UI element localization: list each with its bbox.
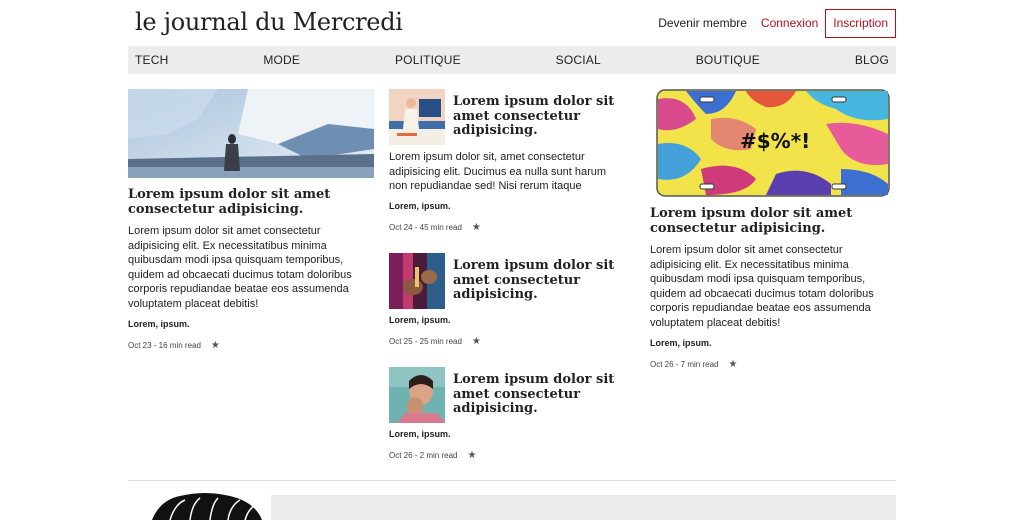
article-card-small: Lorem ipsum dolor sit amet consectetur a… — [389, 89, 629, 149]
article-date-readtime: Oct 25 - 25 min read — [389, 337, 462, 346]
star-icon[interactable]: ★ — [472, 336, 481, 347]
article-meta: Oct 23 - 16 min read ★ — [128, 340, 220, 351]
feature-image[interactable] — [150, 492, 270, 520]
signup-button[interactable]: Inscription — [825, 8, 896, 38]
article-thumb-weaving[interactable] — [389, 253, 445, 309]
article-date-readtime: Oct 26 - 7 min read — [650, 360, 719, 369]
nav-item-tech[interactable]: TECH — [135, 53, 168, 67]
article-card-small: Lorem ipsum dolor sit amet consectetur a… — [389, 367, 629, 427]
article-date-readtime: Oct 24 - 45 min read — [389, 223, 462, 232]
article-meta: Oct 26 - 2 min read ★ — [389, 450, 476, 461]
article-image-glacier[interactable] — [128, 89, 374, 178]
article-excerpt: Lorem ipsum dolor sit, amet consectetur … — [389, 151, 607, 192]
article-thumb-portrait[interactable] — [389, 367, 445, 423]
article-title[interactable]: Lorem ipsum dolor sit amet consectetur a… — [650, 206, 890, 236]
article-author[interactable]: Lorem, ipsum. — [128, 319, 190, 329]
star-icon[interactable]: ★ — [211, 340, 220, 351]
feature-panel — [271, 495, 896, 520]
article-right: Lorem ipsum dolor sit amet consectetur a… — [650, 206, 890, 236]
article-thumb-illustration[interactable] — [389, 89, 445, 145]
site-header: le journal du Mercredi Devenir membre Co… — [128, 0, 896, 46]
star-icon[interactable]: ★ — [472, 222, 481, 233]
login-link[interactable]: Connexion — [761, 16, 818, 30]
article-title[interactable]: Lorem ipsum dolor sit amet consectetur a… — [453, 94, 623, 139]
become-member-link[interactable]: Devenir membre — [658, 16, 747, 30]
star-icon[interactable]: ★ — [467, 450, 476, 461]
section-divider — [128, 480, 896, 481]
article-meta: Oct 25 - 25 min read ★ — [389, 336, 481, 347]
article-card-small: Lorem ipsum dolor sit amet consectetur a… — [389, 253, 629, 313]
article-excerpt: Lorem ipsum dolor sit amet consectetur a… — [650, 244, 874, 329]
article-title[interactable]: Lorem ipsum dolor sit amet consectetur a… — [128, 187, 368, 217]
nav-item-blog[interactable]: BLOG — [855, 53, 889, 67]
article-left: Lorem ipsum dolor sit amet consectetur a… — [128, 187, 368, 217]
nav-item-mode[interactable]: MODE — [263, 53, 300, 67]
article-author[interactable]: Lorem, ipsum. — [650, 338, 712, 348]
article-date-readtime: Oct 26 - 2 min read — [389, 451, 458, 460]
main-nav: TECH MODE POLITIQUE SOCIAL BOUTIQUE BLOG — [128, 46, 896, 74]
article-author[interactable]: Lorem, ipsum. — [389, 315, 451, 325]
nav-item-boutique[interactable]: BOUTIQUE — [696, 53, 760, 67]
article-image-license-plate[interactable]: #$%*! — [656, 89, 890, 197]
article-excerpt: Lorem ipsum dolor sit amet consectetur a… — [128, 225, 352, 310]
header-actions: Devenir membre Connexion Inscription — [658, 8, 896, 38]
nav-item-politique[interactable]: POLITIQUE — [395, 53, 461, 67]
article-meta: Oct 24 - 45 min read ★ — [389, 222, 481, 233]
star-icon[interactable]: ★ — [728, 359, 737, 370]
nav-item-social[interactable]: SOCIAL — [556, 53, 601, 67]
article-title[interactable]: Lorem ipsum dolor sit amet consectetur a… — [453, 372, 623, 417]
site-logo[interactable]: le journal du Mercredi — [135, 8, 403, 36]
article-meta: Oct 26 - 7 min read ★ — [650, 359, 737, 370]
article-date-readtime: Oct 23 - 16 min read — [128, 341, 201, 350]
article-author[interactable]: Lorem, ipsum. — [389, 201, 451, 211]
article-author[interactable]: Lorem, ipsum. — [389, 429, 451, 439]
article-title[interactable]: Lorem ipsum dolor sit amet consectetur a… — [453, 258, 623, 303]
plate-text: #$%*! — [740, 129, 811, 153]
